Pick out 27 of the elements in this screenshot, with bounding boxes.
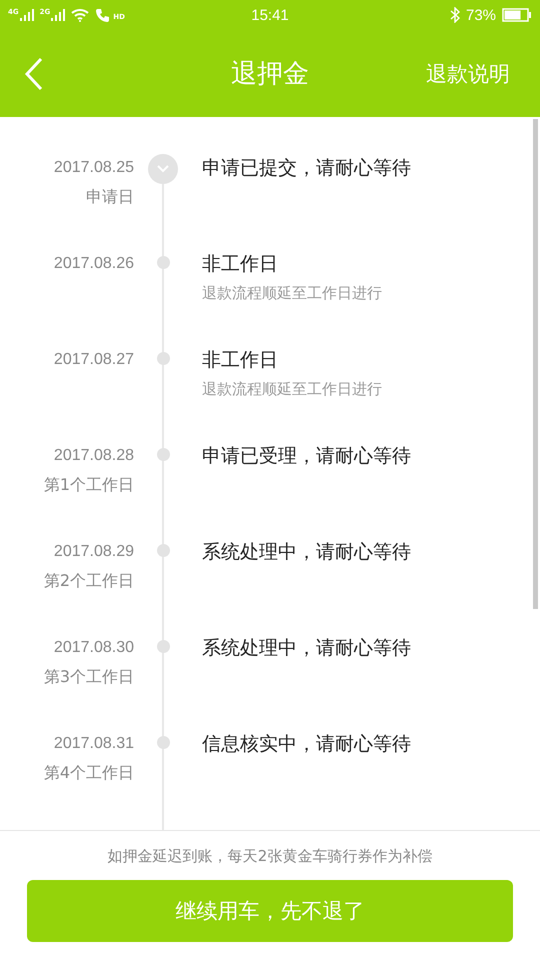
step-title: 申请已受理，请耐心等待 [202,445,412,467]
day-label: 第4个工作日 [44,763,134,783]
date-text: 2017.08.28 [54,446,134,466]
day-label: 第3个工作日 [44,667,134,687]
date-text: 2017.08.25 [54,158,134,178]
step-note: 退款流程顺延至工作日进行 [202,379,383,399]
continue-button[interactable]: 继续用车，先不退了 [27,880,513,942]
refund-info-link[interactable]: 退款说明 [426,60,510,88]
battery-percent: 73% [466,6,496,24]
day-label: 第2个工作日 [44,571,134,591]
date-text: 2017.08.26 [54,254,134,274]
step-title: 系统处理中，请耐心等待 [202,541,412,563]
date-text: 2017.08.29 [54,542,134,562]
clock-time: 15:41 [251,6,289,24]
date-text: 2017.08.30 [54,638,134,658]
step-title: 信息核实中，请耐心等待 [202,733,412,755]
step-title: 非工作日 [202,349,279,371]
day-label: 申请日 [86,187,134,207]
step-title: 非工作日 [202,253,279,275]
date-text: 2017.08.27 [54,350,134,370]
step-title: 系统处理中，请耐心等待 [202,637,412,659]
day-label: 第1个工作日 [44,475,134,495]
step-title: 申请已提交，请耐心等待 [202,157,412,179]
date-text: 2017.08.31 [54,734,134,754]
step-note: 退款流程顺延至工作日进行 [202,283,383,303]
compensation-note: 如押金延迟到账，每天2张黄金车骑行券作为补偿 [108,847,432,866]
page-title: 退押金 [230,58,310,91]
